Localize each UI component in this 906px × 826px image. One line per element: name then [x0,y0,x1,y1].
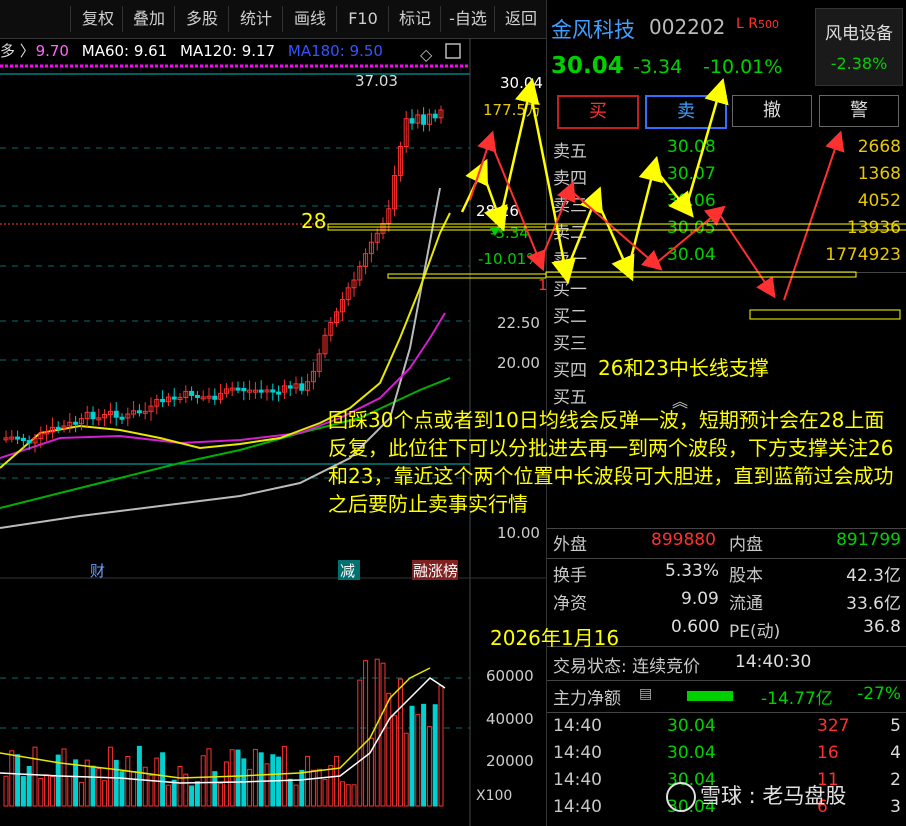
yellow-arrow [626,155,664,271]
main-annotation-text: 回踩30个点或者到10日均线会反弹一波，短期预计会在28上面反复，此位往下可以分… [328,408,894,516]
yellow-arrow [653,167,694,218]
red-arrow [569,189,663,271]
yellow-arrow [684,77,729,209]
support-text: 26和23中长线支撑 [598,356,769,380]
yellow-arrows [460,77,729,285]
watermark: 雪球 : 老马盘股 [666,780,846,812]
red-arrow [654,205,726,265]
red-arrows [469,130,845,301]
support-box-lower [749,309,901,320]
red-arrow [469,130,497,201]
snowball-logo-icon [666,782,696,812]
yellow-arrow [480,169,508,232]
level-28-text: 28 [301,209,327,233]
watermark-text: 雪球 : 老马盘股 [700,784,847,808]
yellow-arrow [594,197,635,282]
red-arrow [783,130,845,301]
date-text: 2026年1月16 [490,626,620,650]
support-box-ext [545,271,857,278]
red-arrow [539,180,576,263]
